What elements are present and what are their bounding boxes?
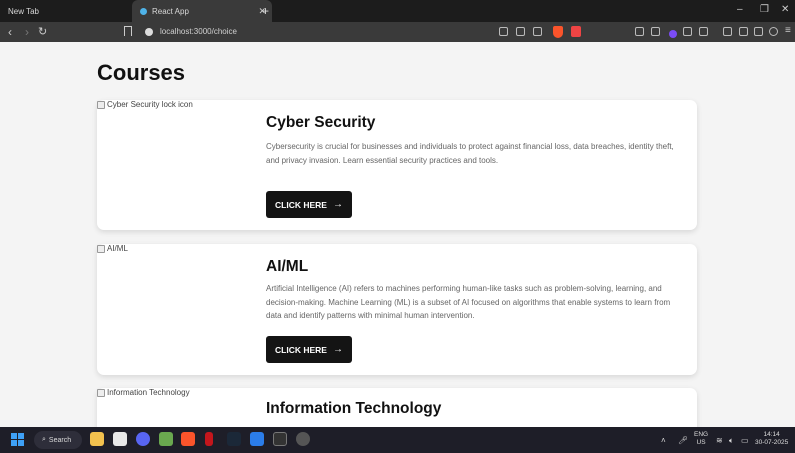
taskbar-search[interactable]: ⌕ Search — [34, 431, 82, 449]
volume-icon[interactable]: 🔈︎ — [729, 436, 734, 446]
image-alt-text: Cyber Security lock icon — [107, 100, 193, 109]
store-icon[interactable] — [113, 432, 127, 446]
reload-icon[interactable]: ↻ — [38, 25, 47, 38]
search-label: Search — [48, 436, 72, 444]
course-title: Cyber Security — [266, 114, 376, 131]
course-image: Information Technology — [97, 388, 190, 397]
course-card: Cyber Security lock icon Cyber Security … — [97, 100, 697, 230]
button-label: CLICK HERE — [275, 344, 327, 355]
course-card: AI/ML AI/ML Artificial Intelligence (AI)… — [97, 244, 697, 375]
leo-ai-icon[interactable] — [754, 27, 763, 36]
course-description: Cybersecurity is crucial for businesses … — [266, 142, 674, 165]
date: 30-07-2025 — [755, 439, 789, 446]
windows-taskbar: ⌕ Search ˄ 🎤︎ ENG US ≋ 🔈︎ ▭ 14:14 30-07-… — [0, 427, 795, 453]
image-alt-text: Information Technology — [107, 388, 190, 397]
file-explorer-icon[interactable] — [90, 432, 104, 446]
button-label: CLICK HERE — [275, 199, 327, 210]
brave-shields-icon[interactable] — [553, 26, 563, 38]
time: 14:14 — [763, 431, 780, 438]
language-indicator[interactable]: ENG US — [694, 431, 708, 447]
extension-icon[interactable] — [635, 27, 644, 36]
page-title: Courses — [97, 60, 186, 85]
screenshot-icon[interactable] — [699, 27, 708, 36]
sidebar-icon[interactable] — [723, 27, 732, 36]
tab-react-app[interactable]: React App ✕ — [132, 0, 272, 22]
tab-new-tab[interactable]: New Tab — [0, 0, 128, 22]
netflix-icon[interactable] — [205, 432, 213, 446]
region-code: US — [696, 439, 706, 446]
tab-strip: New Tab React App ✕ + – ❐ ✕ — [0, 0, 795, 22]
broken-image-icon — [97, 100, 105, 109]
click-here-button[interactable]: CLICK HERE → — [266, 336, 352, 363]
microphone-icon[interactable]: 🎤︎ — [678, 436, 688, 445]
tab-label: React App — [152, 6, 189, 16]
brave-rewards-icon[interactable] — [571, 26, 581, 37]
back-icon[interactable]: ‹ — [8, 25, 12, 39]
browser-toolbar: ‹ › ↻ localhost:3000/choice ≡ — [0, 22, 795, 42]
course-description: Artificial Intelligence (AI) refers to m… — [266, 284, 671, 320]
brave-browser-icon[interactable] — [181, 432, 195, 446]
discord-icon[interactable] — [136, 432, 150, 446]
language-code: ENG — [694, 431, 709, 438]
bookmark-icon[interactable] — [124, 26, 132, 36]
extension-icon[interactable] — [651, 27, 660, 36]
steam-icon[interactable] — [227, 432, 241, 446]
wallet-icon[interactable] — [739, 27, 748, 36]
chevron-up-icon[interactable]: ˄ — [661, 436, 666, 445]
course-title: Information Technology — [266, 400, 442, 417]
windows-logo-icon[interactable] — [11, 433, 24, 446]
app-icon[interactable] — [296, 432, 310, 446]
restore-icon[interactable]: ❐ — [760, 4, 769, 15]
vpn-shield-icon[interactable] — [769, 27, 778, 36]
new-tab-plus-icon[interactable]: + — [262, 4, 269, 18]
vpn-icon[interactable] — [669, 30, 677, 38]
battery-icon[interactable]: ▭ — [741, 436, 749, 445]
share-icon[interactable] — [533, 27, 542, 36]
clock[interactable]: 14:14 30-07-2025 — [755, 431, 788, 447]
forward-icon[interactable]: › — [25, 25, 29, 39]
menu-icon[interactable]: ≡ — [785, 25, 791, 36]
arrow-right-icon: → — [332, 344, 343, 355]
arrow-right-icon: → — [332, 199, 343, 210]
course-image: AI/ML — [97, 244, 128, 253]
wifi-icon[interactable]: ≋ — [716, 436, 723, 445]
react-favicon-icon — [140, 7, 147, 15]
broken-image-icon — [97, 388, 105, 397]
cast-icon[interactable] — [516, 27, 525, 36]
extensions-puzzle-icon[interactable] — [683, 27, 692, 36]
terminal-icon[interactable] — [273, 432, 287, 446]
tab-label: New Tab — [8, 6, 39, 16]
address-bar[interactable]: localhost:3000/choice — [160, 27, 237, 36]
close-window-icon[interactable]: ✕ — [781, 4, 789, 15]
course-title: AI/ML — [266, 258, 309, 275]
site-info-icon[interactable] — [145, 28, 153, 36]
minimize-icon[interactable]: – — [737, 4, 743, 15]
course-image: Cyber Security lock icon — [97, 100, 193, 109]
page-viewport: Courses Cyber Security lock icon Cyber S… — [0, 42, 795, 427]
minecraft-icon[interactable] — [159, 432, 173, 446]
click-here-button[interactable]: CLICK HERE → — [266, 191, 352, 218]
course-card: Information Technology Information Techn… — [97, 388, 697, 427]
vscode-icon[interactable] — [250, 432, 264, 446]
key-icon[interactable] — [499, 27, 508, 36]
image-alt-text: AI/ML — [107, 244, 128, 253]
search-icon: ⌕ — [42, 436, 46, 443]
broken-image-icon — [97, 244, 105, 253]
